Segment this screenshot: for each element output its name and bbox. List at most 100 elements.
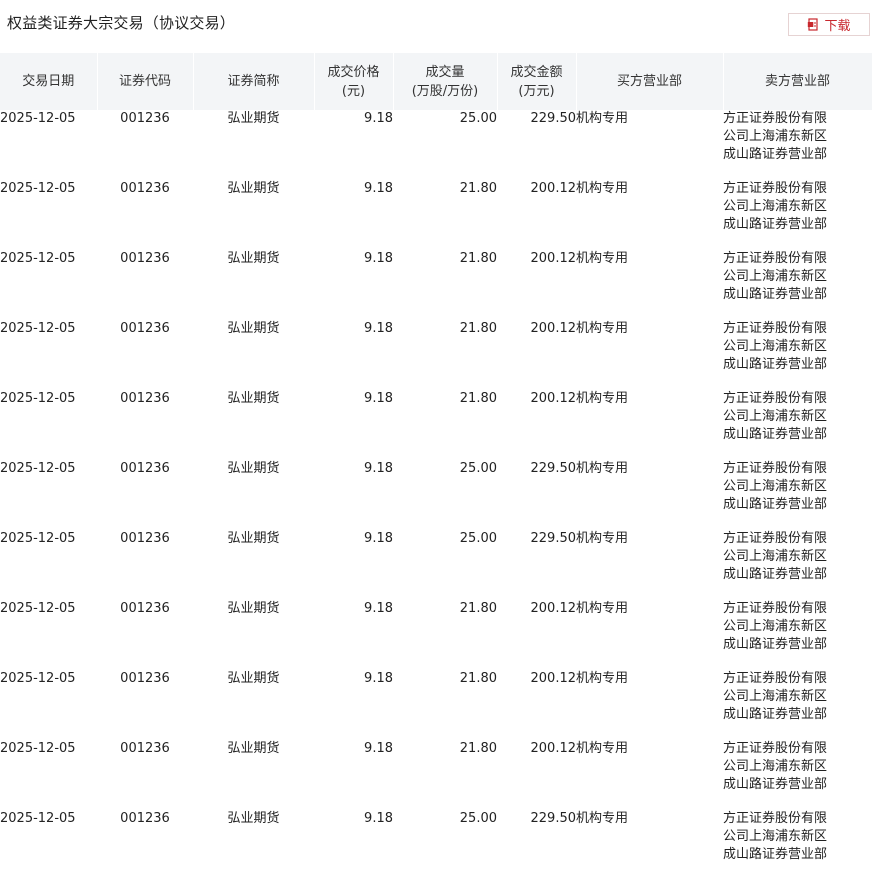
download-button[interactable]: 下载 [788,13,870,36]
cell-price: 9.18 [314,250,393,320]
cell-security-name: 弘业期货 [193,670,314,740]
cell-volume-text: 21.80 [459,601,497,616]
cell-security-name-text: 弘业期货 [227,601,280,616]
th-price: 成交价格 (元) [314,53,394,110]
cell-volume: 21.80 [393,250,497,320]
cell-price-text: 9.18 [364,181,393,196]
cell-security-name-text: 弘业期货 [227,111,280,126]
cell-buyer-branch: 机构专用 [576,670,723,740]
cell-price-text: 9.18 [364,741,393,756]
cell-security-code: 001236 [97,530,193,600]
cell-trade-date-text: 2025-12-05 [0,531,76,546]
cell-security-code-text: 001236 [120,321,170,336]
th-amount: 成交金额 (万元) [497,53,577,110]
table-row: 2025-12-05 001236 弘业期货 9.18 21.80 200.12 机构专用 方… [0,670,872,740]
cell-security-code-text: 001236 [120,671,170,686]
cell-price: 9.18 [314,600,393,670]
cell-buyer-branch-text: 机构专用 [576,391,629,406]
cell-amount-text: 200.12 [530,741,577,756]
cell-security-code: 001236 [97,180,193,250]
cell-amount: 200.12 [497,670,577,740]
cell-buyer-branch-text: 机构专用 [576,601,629,616]
cell-volume: 25.00 [393,530,497,600]
cell-amount-text: 200.12 [530,601,577,616]
cell-buyer-branch: 机构专用 [576,530,723,600]
cell-price-text: 9.18 [364,321,393,336]
th-trade-date: 交易日期 [0,53,98,110]
cell-seller-branch-text: 方正证券股份有限公司上海浦东新区成山路证券营业部 [723,251,828,302]
cell-trade-date: 2025-12-05 [0,320,97,390]
cell-trade-date-text: 2025-12-05 [0,111,76,126]
cell-amount: 229.50 [497,110,577,180]
cell-trade-date-text: 2025-12-05 [0,251,76,266]
cell-seller-branch-text: 方正证券股份有限公司上海浦东新区成山路证券营业部 [723,321,828,372]
cell-seller-branch: 方正证券股份有限公司上海浦东新区成山路证券营业部 [723,390,872,460]
cell-security-code: 001236 [97,250,193,320]
cell-security-code: 001236 [97,390,193,460]
cell-amount-text: 200.12 [530,251,577,266]
cell-buyer-branch: 机构专用 [576,110,723,180]
cell-seller-branch-text: 方正证券股份有限公司上海浦东新区成山路证券营业部 [723,671,828,722]
table-body: 2025-12-05 001236 弘业期货 9.18 25.00 229.50 机构专用方… [0,110,872,880]
cell-security-code: 001236 [97,810,193,880]
cell-buyer-branch: 机构专用 [576,600,723,670]
cell-price-text: 9.18 [364,811,393,826]
cell-buyer-branch-text: 机构专用 [576,321,629,336]
cell-price: 9.18 [314,740,393,810]
cell-volume: 25.00 [393,810,497,880]
cell-security-code-text: 001236 [120,461,170,476]
cell-security-code: 001236 [97,110,193,180]
cell-price: 9.18 [314,180,393,250]
cell-trade-date: 2025-12-05 [0,250,97,320]
cell-amount: 229.50 [497,460,577,530]
cell-volume-text: 25.00 [459,461,497,476]
table-row: 2025-12-05 001236 弘业期货 9.18 21.80 200.12 机构专用 方… [0,600,872,670]
cell-buyer-branch: 机构专用 [576,180,723,250]
cell-amount: 200.12 [497,390,577,460]
table-row: 2025-12-05 001236 弘业期货 9.18 21.80 200.12 机构专用 方… [0,250,872,320]
table-header: 交易日期 证券代码 证券简称 成交价格 (元) 成交量 (万股/万份) 成交金额 (万元)… [0,53,872,110]
cell-trade-date-text: 2025-12-05 [0,811,76,826]
cell-security-code: 001236 [97,740,193,810]
cell-seller-branch: 方正证券股份有限公司上海浦东新区成山路证券营业部 [723,600,872,670]
cell-seller-branch: 方正证券股份有限公司上海浦东新区成山路证券营业部 [723,250,872,320]
cell-security-code-text: 001236 [120,391,170,406]
cell-buyer-branch-text: 机构专用 [576,811,629,826]
cell-price: 9.18 [314,460,393,530]
cell-volume: 21.80 [393,320,497,390]
download-label: 下载 [824,19,851,34]
cell-amount-text: 229.50 [530,461,577,476]
cell-volume-text: 21.80 [459,741,497,756]
cell-buyer-branch-text: 机构专用 [576,181,629,196]
cell-security-name: 弘业期货 [193,740,314,810]
cell-trade-date-text: 2025-12-05 [0,391,76,406]
table-row: 2025-12-05 001236 弘业期货 9.18 25.00 229.50 机构专用 方… [0,460,872,530]
cell-amount-text: 229.50 [530,111,577,126]
cell-amount: 200.12 [497,740,577,810]
cell-security-code: 001236 [97,320,193,390]
cell-volume-text: 21.80 [459,321,497,336]
cell-price: 9.18 [314,320,393,390]
cell-seller-branch: 方正证券股份有限公司上海浦东新区成山路证券营业部 [723,810,872,880]
cell-volume-text: 21.80 [459,251,497,266]
cell-seller-branch: 方正证券股份有限公司上海浦东新区成山路证券营业部 [723,110,872,180]
cell-trade-date: 2025-12-05 [0,670,97,740]
cell-seller-branch-text: 方正证券股份有限公司上海浦东新区成山路证券营业部 [723,181,828,232]
cell-volume-text: 21.80 [459,391,497,406]
cell-security-name-text: 弘业期货 [227,531,280,546]
cell-volume: 21.80 [393,670,497,740]
cell-seller-branch: 方正证券股份有限公司上海浦东新区成山路证券营业部 [723,740,872,810]
cell-seller-branch-text: 方正证券股份有限公司上海浦东新区成山路证券营业部 [723,601,828,652]
cell-volume: 21.80 [393,600,497,670]
cell-security-name: 弘业期货 [193,180,314,250]
cell-security-name: 弘业期货 [193,390,314,460]
cell-buyer-branch: 机构专用 [576,250,723,320]
block-trade-table: 交易日期 证券代码 证券简称 成交价格 (元) 成交量 (万股/万份) 成交金额 (万元)… [0,53,872,880]
cell-seller-branch-text: 方正证券股份有限公司上海浦东新区成山路证券营业部 [723,111,828,162]
cell-security-name-text: 弘业期货 [227,251,280,266]
cell-security-code-text: 001236 [120,251,170,266]
cell-price-text: 9.18 [364,111,393,126]
document-icon [807,18,820,31]
cell-volume-text: 21.80 [459,671,497,686]
cell-security-code-text: 001236 [120,811,170,826]
